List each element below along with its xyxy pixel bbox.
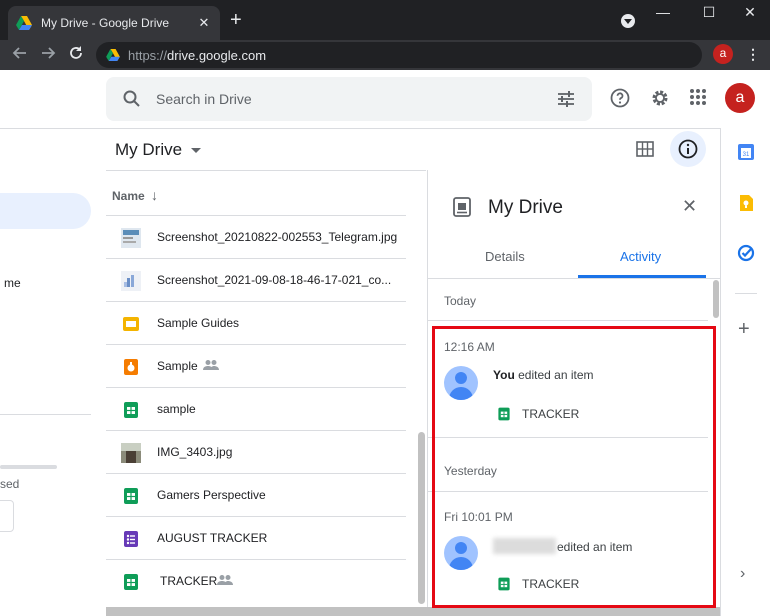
file-name: TRACKER [160,574,218,588]
tabs-divider [428,278,721,279]
header-divider [0,128,720,129]
search-icon[interactable] [122,89,142,109]
close-window-button[interactable]: ✕ [735,4,765,21]
file-row-sample-guides[interactable]: Sample Guides [106,301,406,344]
caret-down-icon [191,147,202,153]
file-row-tracker[interactable]: TRACKER [106,559,406,602]
sheets-icon [124,488,138,504]
account-avatar[interactable]: a [725,83,755,113]
close-panel-icon[interactable]: ✕ [682,196,697,217]
sheets-icon [124,402,138,418]
my-drive-dropdown[interactable]: My Drive [115,140,202,160]
get-addons-button[interactable]: + [738,318,750,341]
sort-arrow-icon[interactable]: ↓ [151,187,158,203]
tab-search-icon[interactable] [621,14,635,28]
url-protocol: https:// [128,47,168,63]
section-divider [428,320,708,321]
browser-menu-icon[interactable]: ⋮ [746,46,760,62]
sheets-icon [124,574,138,590]
reload-icon[interactable] [68,45,84,61]
search-options-icon[interactable] [556,89,576,109]
list-divider [106,170,426,171]
panel-title: My Drive [488,197,563,218]
url-host: drive.google.com [167,47,267,63]
back-arrow-icon[interactable] [12,45,28,61]
info-icon [678,139,698,159]
page-title: My Drive [115,140,183,159]
buy-storage-button[interactable] [0,500,14,532]
file-name: Screenshot_2021-09-08-18-46-17-021_co... [157,273,392,287]
browser-profile-avatar[interactable]: a [713,44,733,64]
file-row-gamers-perspective[interactable]: Gamers Perspective [106,473,406,516]
drive-favicon-icon [106,49,120,61]
forward-arrow-icon[interactable] [40,45,56,61]
minimize-button[interactable]: — [648,4,678,20]
file-row-sample-sheet[interactable]: sample [106,387,406,430]
highlight-box [432,326,716,608]
search-input[interactable]: Search in Drive [156,91,252,107]
file-name: Sample [157,359,198,373]
tab-title: My Drive - Google Drive [41,16,170,30]
tab-details[interactable]: Details [485,249,525,264]
shared-people-icon [217,575,233,585]
search-bar[interactable]: Search in Drive [106,77,592,121]
file-name: AUGUST TRACKER [157,531,268,545]
calendar-icon[interactable]: 31 [737,143,755,161]
section-label-today: Today [444,294,477,308]
browser-tab[interactable]: My Drive - Google Drive ✕ [8,6,220,40]
shared-app-icon [124,359,138,375]
image-thumbnail-icon [121,228,141,248]
slides-icon [123,317,139,331]
horizontal-scrollbar[interactable] [106,607,720,616]
file-row-telegram-screenshot[interactable]: Screenshot_20210822-002553_Telegram.jpg [106,215,406,258]
drive-folder-icon [453,197,471,217]
file-row-screenshot-2021[interactable]: Screenshot_2021-09-08-18-46-17-021_co... [106,258,406,301]
image-thumbnail-icon [121,271,141,291]
browser-tabstrip: My Drive - Google Drive ✕ + — ☐ ✕ [0,0,770,40]
new-tab-button[interactable]: + [230,10,242,30]
view-details-button[interactable] [670,131,706,167]
image-thumbnail-icon [121,443,141,463]
side-panel-rail: 31 + › [720,128,770,616]
maximize-button[interactable]: ☐ [694,4,724,21]
storage-text: sed [0,477,20,491]
apps-grid-icon[interactable] [689,88,707,106]
keep-icon[interactable] [737,194,755,212]
shared-people-icon [203,360,219,370]
address-bar[interactable]: https:// drive.google.com [96,42,702,68]
sidebar-item-my-drive[interactable] [0,193,91,229]
file-name: Gamers Perspective [157,488,266,502]
grid-view-icon[interactable] [636,141,654,157]
file-name: sample [157,402,196,416]
file-name: IMG_3403.jpg [157,445,233,459]
file-list-scrollbar[interactable] [418,432,425,604]
file-row-august-tracker[interactable]: AUGUST TRACKER [106,516,406,559]
file-row-img-3403[interactable]: IMG_3403.jpg [106,430,406,473]
file-name: Screenshot_20210822-002553_Telegram.jpg [157,230,398,244]
column-header-name[interactable]: Name [112,189,145,203]
tab-close-icon[interactable]: ✕ [196,15,212,31]
show-side-panel-chevron-icon[interactable]: › [740,565,745,583]
browser-toolbar: https:// drive.google.com a ⋮ [0,40,770,70]
svg-text:31: 31 [743,152,750,158]
help-icon[interactable] [610,88,630,108]
sidebar-divider [0,414,91,415]
tasks-icon[interactable] [737,244,755,262]
forms-icon [124,531,138,547]
panel-scrollbar[interactable] [713,280,719,318]
settings-gear-icon[interactable] [650,88,670,108]
sidebar-item-shared-with-me[interactable]: me [4,276,21,290]
file-row-sample-folder[interactable]: Sample [106,344,406,387]
tab-activity[interactable]: Activity [620,249,661,264]
rail-divider [735,293,757,294]
drive-favicon-icon [16,16,32,30]
storage-bar [0,465,57,469]
file-name: Sample Guides [157,316,240,330]
